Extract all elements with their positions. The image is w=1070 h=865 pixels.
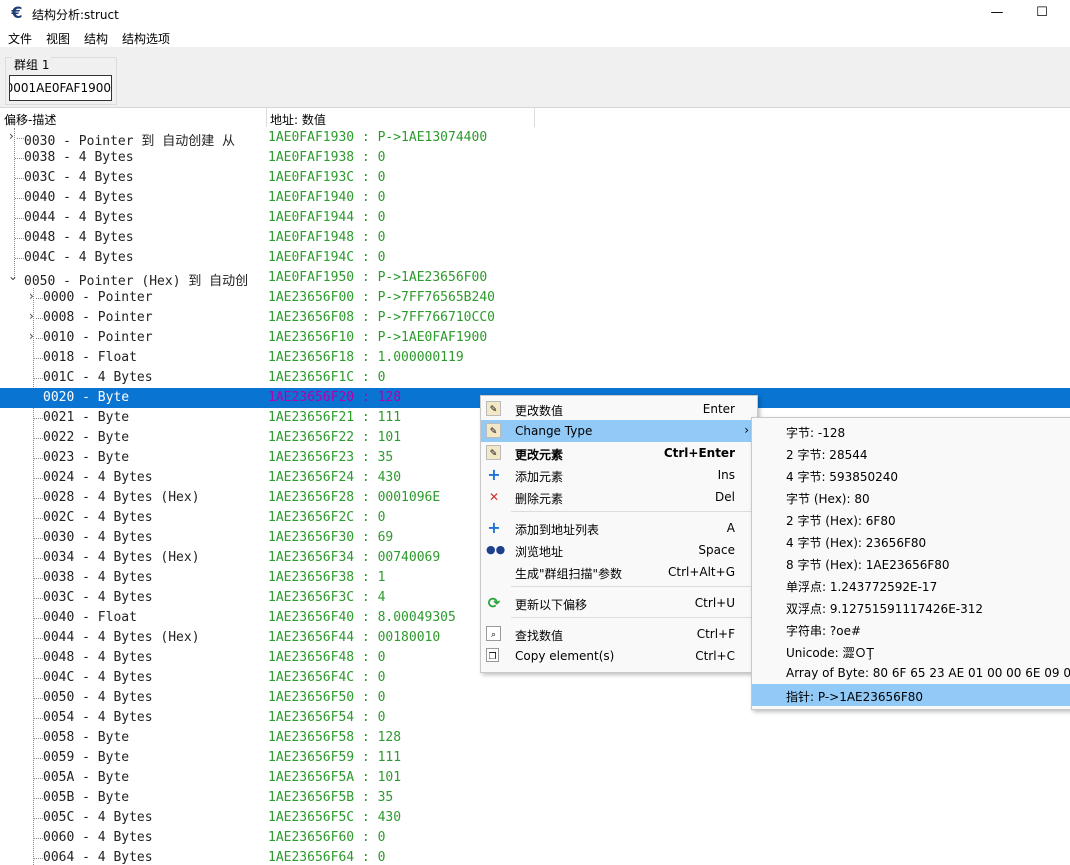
table-row[interactable]: 0059 - Byte 1AE23656F59 : 111: [0, 748, 1070, 768]
menu-item-copy-elements[interactable]: ❐ Copy element(s) Ctrl+C: [481, 645, 757, 667]
table-row[interactable]: 0054 - 4 Bytes 1AE23656F54 : 0: [0, 708, 1070, 728]
table-row[interactable]: › 0000 - Pointer 1AE23656F00 : P->7FF76565…: [0, 288, 1070, 308]
submenu-item-array-of-byte[interactable]: Array of Byte: 80 6F 65 23 AE 01 00 00 6…: [752, 662, 1070, 684]
menu-item-change-value[interactable]: ✎ 更改数值 Enter: [481, 398, 757, 420]
submenu-item-2-bytes[interactable]: 2 字节: 28544: [752, 442, 1070, 464]
menu-bar: 文件 视图 结构 结构选项: [0, 27, 1070, 47]
submenu-item-2-bytes-hex[interactable]: 2 字节 (Hex): 6F80: [752, 508, 1070, 530]
submenu-item-string[interactable]: 字符串: ?oe#: [752, 618, 1070, 640]
table-row[interactable]: 0038 - 4 Bytes 1AE0FAF1938 : 0: [0, 148, 1070, 168]
group-box: 群组 1 000001AE0FAF1900: [5, 56, 117, 105]
menu-separator: [511, 617, 753, 618]
minimize-button[interactable]: —: [987, 4, 1007, 22]
copy-icon: ❐: [486, 648, 499, 662]
group-label: 群组 1: [12, 56, 52, 73]
delete-icon: ✕: [488, 490, 500, 504]
submenu-item-byte-hex[interactable]: 字节 (Hex): 80: [752, 486, 1070, 508]
refresh-icon: ⟳: [487, 594, 501, 612]
menu-view[interactable]: 视图: [46, 30, 70, 47]
group-panel: 群组 1 000001AE0FAF1900: [0, 47, 1070, 108]
table-row[interactable]: 003C - 4 Bytes 1AE0FAF193C : 0: [0, 168, 1070, 188]
table-row[interactable]: › 0010 - Pointer 1AE23656F10 : P->1AE0FAF1…: [0, 328, 1070, 348]
column-divider[interactable]: [534, 108, 535, 127]
chevron-right-icon: ›: [744, 423, 749, 437]
plus-icon: +: [487, 465, 501, 484]
menu-separator: [511, 511, 753, 512]
submenu-item-byte[interactable]: 字节: -128: [752, 420, 1070, 442]
table-row[interactable]: 0044 - 4 Bytes 1AE0FAF1944 : 0: [0, 208, 1070, 228]
menu-item-update-offsets[interactable]: ⟳ 更新以下偏移 Ctrl+U: [481, 592, 757, 614]
binoculars-icon: ●●: [486, 543, 506, 556]
menu-structure-options[interactable]: 结构选项: [122, 30, 170, 47]
table-row[interactable]: 0048 - 4 Bytes 1AE0FAF1948 : 0: [0, 228, 1070, 248]
window-title: 结构分析:struct: [32, 8, 119, 22]
group-address-field[interactable]: 000001AE0FAF1900: [9, 75, 112, 101]
table-row[interactable]: › 0030 - Pointer 到 自动创建 从 1AE0FAF1930 : P-…: [0, 128, 1070, 149]
table-row[interactable]: 0040 - 4 Bytes 1AE0FAF1940 : 0: [0, 188, 1070, 208]
change-type-submenu: 字节: -128 2 字节: 28544 4 字节: 593850240 字节 …: [751, 417, 1070, 710]
edit-icon: ✎: [486, 423, 501, 438]
table-row[interactable]: 0018 - Float 1AE23656F18 : 1.000000119: [0, 348, 1070, 368]
menu-separator: [511, 586, 753, 587]
search-icon: ⌕: [486, 626, 501, 641]
table-row[interactable]: 005C - 4 Bytes 1AE23656F5C : 430: [0, 808, 1070, 828]
table-row[interactable]: 005B - Byte 1AE23656F5B : 35: [0, 788, 1070, 808]
menu-file[interactable]: 文件: [8, 30, 32, 47]
column-divider[interactable]: [266, 108, 267, 127]
menu-item-change-element[interactable]: ✎ 更改元素 Ctrl+Enter: [481, 442, 757, 464]
menu-structure[interactable]: 结构: [84, 30, 108, 47]
title-bar: € 结构分析:struct — ☐: [0, 0, 1070, 27]
submenu-item-pointer[interactable]: 指针: P->1AE23656F80: [752, 684, 1070, 706]
menu-item-browse-address[interactable]: ●● 浏览地址 Space: [481, 539, 757, 561]
edit-icon: ✎: [486, 445, 501, 460]
submenu-item-unicode[interactable]: Unicode: 澀ＯŢ: [752, 640, 1070, 662]
table-row[interactable]: 0060 - 4 Bytes 1AE23656F60 : 0: [0, 828, 1070, 848]
submenu-item-4-bytes-hex[interactable]: 4 字节 (Hex): 23656F80: [752, 530, 1070, 552]
table-row[interactable]: › 0008 - Pointer 1AE23656F08 : P->7FF76671…: [0, 308, 1070, 328]
table-row[interactable]: 0058 - Byte 1AE23656F58 : 128: [0, 728, 1070, 748]
table-row[interactable]: 005A - Byte 1AE23656F5A : 101: [0, 768, 1070, 788]
menu-item-add-to-address-list[interactable]: + 添加到地址列表 A: [481, 517, 757, 539]
menu-item-find-value[interactable]: ⌕ 查找数值 Ctrl+F: [481, 623, 757, 645]
menu-item-delete-element[interactable]: ✕ 删除元素 Del: [481, 486, 757, 508]
table-row[interactable]: 004C - 4 Bytes 1AE0FAF194C : 0: [0, 248, 1070, 268]
table-row[interactable]: 0064 - 4 Bytes 1AE23656F64 : 0: [0, 848, 1070, 865]
cheat-engine-icon: €: [11, 3, 23, 22]
column-offset-description[interactable]: 偏移-描述: [4, 111, 56, 128]
menu-item-generate-group-scan[interactable]: 生成"群组扫描"参数 Ctrl+Alt+G: [481, 561, 757, 583]
table-row[interactable]: 001C - 4 Bytes 1AE23656F1C : 0: [0, 368, 1070, 388]
expander-icon[interactable]: ⌄: [8, 269, 18, 283]
column-header: 偏移-描述 地址: 数值: [0, 108, 1070, 127]
edit-icon: ✎: [486, 401, 501, 416]
plus-icon: +: [487, 518, 501, 537]
column-address-value[interactable]: 地址: 数值: [270, 111, 326, 128]
submenu-item-float[interactable]: 单浮点: 1.243772592E-17: [752, 574, 1070, 596]
submenu-item-4-bytes[interactable]: 4 字节: 593850240: [752, 464, 1070, 486]
submenu-item-8-bytes-hex[interactable]: 8 字节 (Hex): 1AE23656F80: [752, 552, 1070, 574]
menu-item-add-element[interactable]: + 添加元素 Ins: [481, 464, 757, 486]
table-row[interactable]: ⌄ 0050 - Pointer (Hex) 到 自动创 1AE0FAF1950 :…: [0, 268, 1070, 289]
submenu-item-double[interactable]: 双浮点: 9.12751591117426E-312: [752, 596, 1070, 618]
maximize-button[interactable]: ☐: [1032, 4, 1052, 22]
context-menu: ✎ 更改数值 Enter ✎ Change Type › ✎ 更改元素 Ctrl+En…: [480, 395, 758, 673]
menu-item-change-type[interactable]: ✎ Change Type ›: [481, 420, 757, 442]
